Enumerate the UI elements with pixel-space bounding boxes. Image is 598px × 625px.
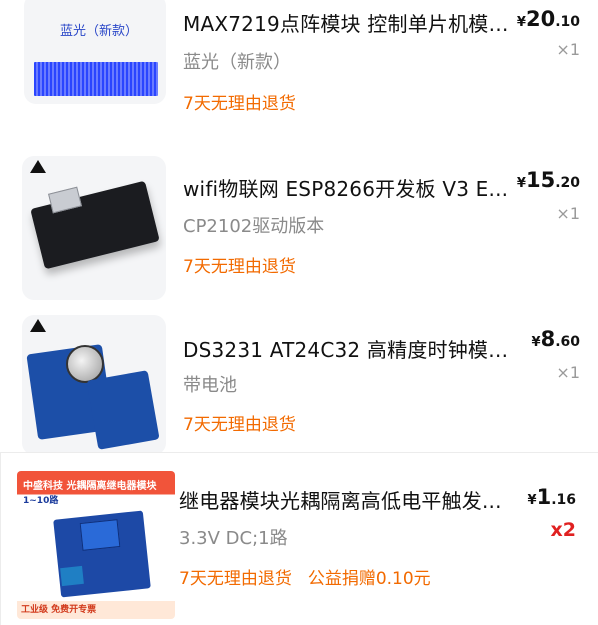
price-decimal: .60 xyxy=(555,334,580,350)
product-price: ¥1.16 xyxy=(528,485,576,509)
currency-symbol: ¥ xyxy=(527,493,537,508)
charity-donation-tag: 公益捐赠0.10元 xyxy=(307,569,431,589)
product-spec: CP2102驱动版本 xyxy=(183,216,325,237)
channel-range: 1~10路 xyxy=(23,496,59,506)
quantity: ×1 xyxy=(556,363,580,382)
order-item[interactable]: 中盛科技 光耦隔离继电器模块 1~10路 工业级 免费开专票 继电器模块光耦隔离… xyxy=(0,452,598,625)
service-tags: 7天无理由退货 xyxy=(183,252,296,277)
product-thumbnail[interactable] xyxy=(22,315,166,455)
terminal-block-icon xyxy=(60,565,84,587)
coin-battery-icon xyxy=(66,345,104,383)
return-policy-tag: 7天无理由退货 xyxy=(183,94,296,114)
product-thumbnail[interactable]: 蓝光（新款） xyxy=(24,0,166,104)
product-title[interactable]: 继电器模块光耦隔离高低电平触发... xyxy=(179,485,514,514)
led-matrix-icon xyxy=(34,62,158,96)
product-spec: 带电池 xyxy=(183,375,237,396)
price-integer: 1 xyxy=(536,485,552,509)
service-tags: 7天无理由退货 公益捐赠0.10元 xyxy=(179,564,431,589)
currency-symbol: ¥ xyxy=(516,176,526,191)
quantity: ×1 xyxy=(556,204,580,223)
price-decimal: .10 xyxy=(555,14,580,30)
product-spec: 蓝光（新款） xyxy=(183,52,291,73)
return-policy-tag: 7天无理由退货 xyxy=(183,257,296,277)
return-policy-tag: 7天无理由退货 xyxy=(183,415,296,435)
currency-symbol: ¥ xyxy=(516,15,526,30)
product-price: ¥15.20 xyxy=(517,168,580,192)
service-tags: 7天无理由退货 xyxy=(183,410,296,435)
order-item[interactable]: DS3231 AT24C32 高精度时钟模块... 带电池 7天无理由退货 ¥8… xyxy=(0,311,598,455)
product-spec: 3.3V DC;1路 xyxy=(179,528,288,549)
product-thumbnail[interactable] xyxy=(22,156,166,300)
service-tags: 7天无理由退货 xyxy=(183,89,296,114)
thumbnail-label: 蓝光（新款） xyxy=(60,24,139,39)
product-thumbnail[interactable]: 中盛科技 光耦隔离继电器模块 1~10路 工业级 免费开专票 xyxy=(17,471,175,619)
price-integer: 15 xyxy=(525,168,556,192)
product-title[interactable]: wifi物联网 ESP8266开发板 V3 E... xyxy=(183,173,513,202)
price-integer: 20 xyxy=(525,7,556,31)
product-title[interactable]: DS3231 AT24C32 高精度时钟模块... xyxy=(183,334,513,363)
brand-logo-icon xyxy=(30,319,46,337)
quantity: x2 xyxy=(550,519,576,541)
product-title[interactable]: MAX7219点阵模块 控制单片机模块 DIY套件 xyxy=(183,8,513,37)
relay-icon xyxy=(79,519,121,551)
price-decimal: .20 xyxy=(555,175,580,191)
order-item-list: 蓝光（新款） MAX7219点阵模块 控制单片机模块 DIY套件 蓝光（新款） … xyxy=(0,0,598,625)
product-price: ¥8.60 xyxy=(532,327,580,351)
quantity: ×1 xyxy=(556,40,580,59)
order-item[interactable]: wifi物联网 ESP8266开发板 V3 E... CP2102驱动版本 7天… xyxy=(0,152,598,302)
brand-name: 中盛科技 光耦隔离继电器模块 xyxy=(23,481,157,492)
price-integer: 8 xyxy=(540,327,556,351)
eeprom-board-icon xyxy=(86,370,160,450)
thumbnail-footer: 工业级 免费开专票 xyxy=(17,601,175,619)
price-decimal: .16 xyxy=(551,492,576,508)
order-item[interactable]: 蓝光（新款） MAX7219点阵模块 控制单片机模块 DIY套件 蓝光（新款） … xyxy=(0,0,598,142)
return-policy-tag: 7天无理由退货 xyxy=(179,569,292,589)
brand-logo-icon xyxy=(30,160,46,178)
currency-symbol: ¥ xyxy=(531,335,541,350)
product-price: ¥20.10 xyxy=(517,7,580,31)
